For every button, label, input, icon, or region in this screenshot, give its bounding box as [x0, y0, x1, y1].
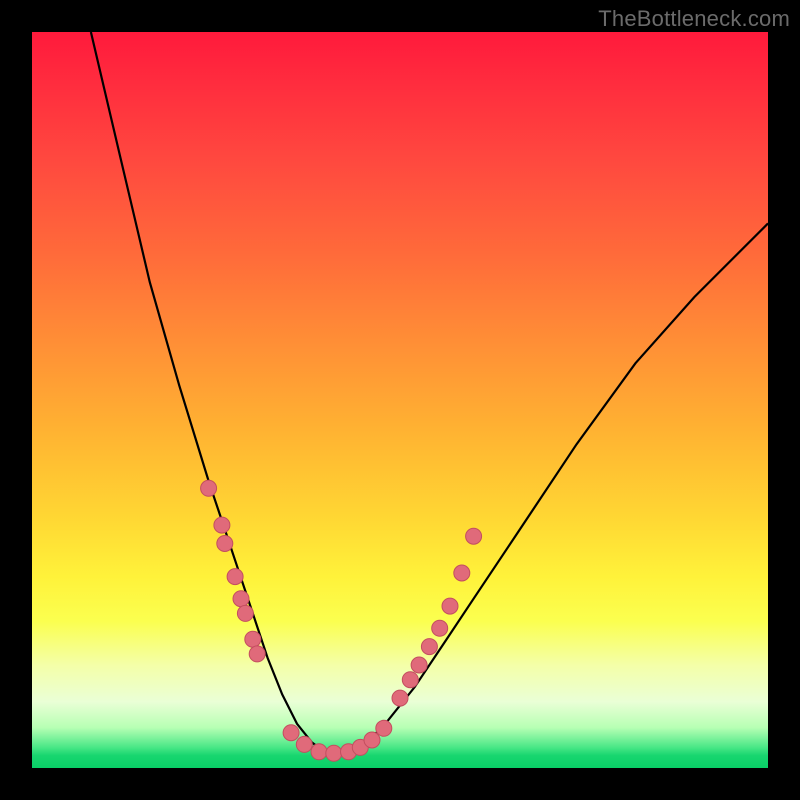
data-dot [249, 646, 265, 662]
data-dot [326, 745, 342, 761]
scatter-dots [201, 480, 482, 761]
data-dot [411, 657, 427, 673]
data-dot [201, 480, 217, 496]
data-dot [214, 517, 230, 533]
data-dot [442, 598, 458, 614]
data-dot [376, 720, 392, 736]
data-dot [432, 620, 448, 636]
data-dot [311, 744, 327, 760]
data-dot [245, 631, 261, 647]
data-dot [454, 565, 470, 581]
data-dot [466, 528, 482, 544]
data-dot [233, 591, 249, 607]
data-dot [402, 672, 418, 688]
outer-frame: TheBottleneck.com [0, 0, 800, 800]
data-dot [237, 605, 253, 621]
data-dot [227, 569, 243, 585]
data-dot [392, 690, 408, 706]
watermark-text: TheBottleneck.com [598, 6, 790, 32]
chart-svg [32, 32, 768, 768]
data-dot [421, 639, 437, 655]
data-dot [217, 536, 233, 552]
data-dot [283, 725, 299, 741]
plot-area [32, 32, 768, 768]
data-dot [296, 736, 312, 752]
data-dot [364, 732, 380, 748]
